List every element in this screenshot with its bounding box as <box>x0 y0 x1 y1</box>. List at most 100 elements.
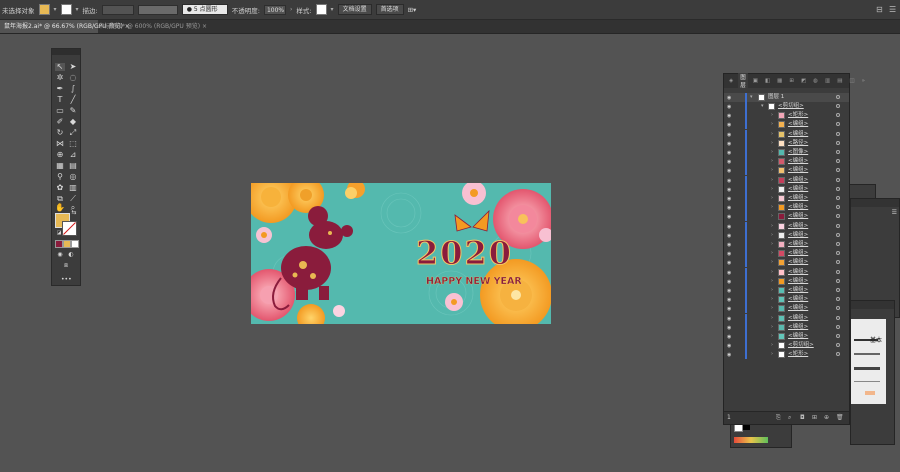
target-icon[interactable] <box>836 315 840 320</box>
panel-menu-icon[interactable]: ☰ <box>889 5 896 14</box>
chevron-right-icon[interactable]: › <box>771 323 773 332</box>
brush-preview-list[interactable]: 基本 <box>851 319 886 404</box>
target-icon[interactable] <box>836 352 840 357</box>
layer-row[interactable]: ◉ › <路径> <box>724 138 849 148</box>
eye-icon[interactable]: ◉ <box>727 351 731 360</box>
tab-document-1[interactable]: 鼠年海报2.ai* @ 66.67% (RGB/GPU 预览) × <box>0 20 130 33</box>
target-icon[interactable] <box>836 269 840 274</box>
graphic-style-swatch[interactable] <box>315 4 327 15</box>
chevron-right-icon[interactable]: › <box>771 194 773 203</box>
layer-name[interactable]: <编组> <box>788 212 808 221</box>
layer-row[interactable]: ◉ › <编组> <box>724 258 849 268</box>
fill-swatch[interactable] <box>38 4 50 15</box>
layer-name[interactable]: <编组> <box>788 166 808 175</box>
panel-tab-icon[interactable]: ▣ <box>751 78 760 84</box>
screen-mode-icon[interactable]: ⧈ <box>61 262 71 270</box>
stroke-swatch[interactable] <box>60 4 72 15</box>
slice-tool-icon[interactable]: ⟋ <box>68 195 78 203</box>
layer-row[interactable]: ◉ › <编组> <box>724 304 849 314</box>
layer-row[interactable]: ◉ › <编组> <box>724 203 849 213</box>
layer-row[interactable]: ◉ ▾ <剪切组> <box>724 102 849 111</box>
layer-name[interactable]: <剪切组> <box>788 341 814 350</box>
lasso-tool-icon[interactable]: ◌ <box>68 74 78 82</box>
target-icon[interactable] <box>836 177 840 182</box>
layer-name[interactable]: <图像> <box>788 148 808 157</box>
layer-row[interactable]: ◉ › <编组> <box>724 120 849 130</box>
panel-tab-icon[interactable]: ◈ <box>727 78 735 84</box>
target-icon[interactable] <box>836 297 840 302</box>
target-icon[interactable] <box>836 104 840 108</box>
draw-behind-icon[interactable]: ◐ <box>66 251 76 259</box>
chevron-right-icon[interactable]: › <box>771 341 773 350</box>
brush-definition-dropdown[interactable]: ● 5 点圆形 <box>181 4 228 15</box>
target-icon[interactable] <box>836 159 840 164</box>
chevron-right-icon[interactable]: › <box>771 203 773 212</box>
layer-row[interactable]: ◉ › <编组> <box>724 313 849 323</box>
chevron-right-icon[interactable]: › <box>771 304 773 313</box>
layer-row[interactable]: ◉ › <编组> <box>724 157 849 167</box>
layer-name[interactable]: <编组> <box>788 286 808 295</box>
chevron-right-icon[interactable]: › <box>771 157 773 166</box>
shape-builder-tool-icon[interactable]: ⊕ <box>55 151 65 159</box>
chevron-right-icon[interactable]: › <box>771 231 773 240</box>
chevron-right-icon[interactable]: › <box>771 212 773 221</box>
target-icon[interactable] <box>836 95 840 99</box>
layer-row[interactable]: ◉ › <编组> <box>724 286 849 295</box>
chevron-right-icon[interactable]: › <box>771 222 773 231</box>
target-icon[interactable] <box>836 205 840 210</box>
shaper-tool-icon[interactable]: ✐ <box>55 118 65 126</box>
layer-row[interactable]: ◉ › <编组> <box>724 194 849 203</box>
export-icon[interactable]: ⎘ <box>776 414 781 422</box>
selection-tool-icon[interactable]: ↖ <box>55 63 65 71</box>
magic-wand-tool-icon[interactable]: ✲ <box>55 74 65 82</box>
chevron-right-icon[interactable]: › <box>290 6 292 13</box>
chevron-right-icon[interactable]: › <box>771 314 773 323</box>
layer-name[interactable]: <编组> <box>788 185 808 194</box>
more-tools-icon[interactable]: ••• <box>61 276 72 284</box>
panel-tab-icon[interactable]: ◫ <box>847 78 856 84</box>
layer-row[interactable]: ◉ › <编组> <box>724 184 849 194</box>
layer-name[interactable]: <编组> <box>788 314 808 323</box>
target-icon[interactable] <box>836 122 840 127</box>
layer-name[interactable]: <编组> <box>788 130 808 139</box>
chevron-right-icon[interactable]: › <box>771 240 773 249</box>
curvature-tool-icon[interactable]: ∫ <box>68 85 78 93</box>
target-icon[interactable] <box>836 186 840 191</box>
panel-tab-icon[interactable]: ◍ <box>811 78 820 84</box>
target-icon[interactable] <box>836 168 840 173</box>
target-icon[interactable] <box>836 288 840 292</box>
chevron-right-icon[interactable]: › <box>771 111 773 120</box>
chevron-right-icon[interactable]: › <box>771 185 773 194</box>
paintbrush-tool-icon[interactable]: ✎ <box>68 107 78 115</box>
target-icon[interactable] <box>836 232 840 237</box>
chevron-right-icon[interactable]: › <box>771 286 773 295</box>
free-transform-tool-icon[interactable]: ⬚ <box>68 140 78 148</box>
grid-toggle-icon[interactable]: ⊟ <box>876 5 883 14</box>
layer-name[interactable]: <矩形> <box>788 350 808 359</box>
target-icon[interactable] <box>836 223 840 228</box>
layer-name[interactable]: <编组> <box>788 323 808 332</box>
width-tool-icon[interactable]: ⋈ <box>55 140 65 148</box>
layer-name[interactable]: <编组> <box>788 203 808 212</box>
target-icon[interactable] <box>836 131 840 136</box>
artboard-canvas[interactable]: 2020 HAPPY NEW YEAR <box>251 183 551 324</box>
tab-layers[interactable]: 图层 <box>738 73 748 89</box>
chevron-right-icon[interactable]: › <box>771 268 773 277</box>
layer-row[interactable]: ◉ › <编组> <box>724 129 849 139</box>
panel-tab-icon[interactable]: ◧ <box>763 78 772 84</box>
preferences-button[interactable]: 首选项 <box>375 4 404 15</box>
layer-name[interactable]: <编组> <box>788 157 808 166</box>
document-setup-button[interactable]: 文档设置 <box>337 4 372 15</box>
chevron-right-icon[interactable]: › <box>771 130 773 139</box>
tab-document-2[interactable]: 未标题-1* @ 600% (RGB/GPU 预览) × <box>94 20 207 33</box>
target-icon[interactable] <box>836 260 840 265</box>
layer-row[interactable]: ◉ › <图像> <box>724 148 849 157</box>
layer-row[interactable]: ◉ › <矩形> <box>724 350 849 360</box>
target-icon[interactable] <box>836 140 840 145</box>
panel-tab-icon[interactable]: ▦ <box>775 78 784 84</box>
layer-name[interactable]: <编组> <box>788 249 808 258</box>
eyedropper-tool-icon[interactable]: ⚲ <box>55 173 65 181</box>
target-icon[interactable] <box>836 196 840 200</box>
opacity-field[interactable]: 100% <box>263 4 286 15</box>
chevron-right-icon[interactable]: › <box>771 139 773 148</box>
